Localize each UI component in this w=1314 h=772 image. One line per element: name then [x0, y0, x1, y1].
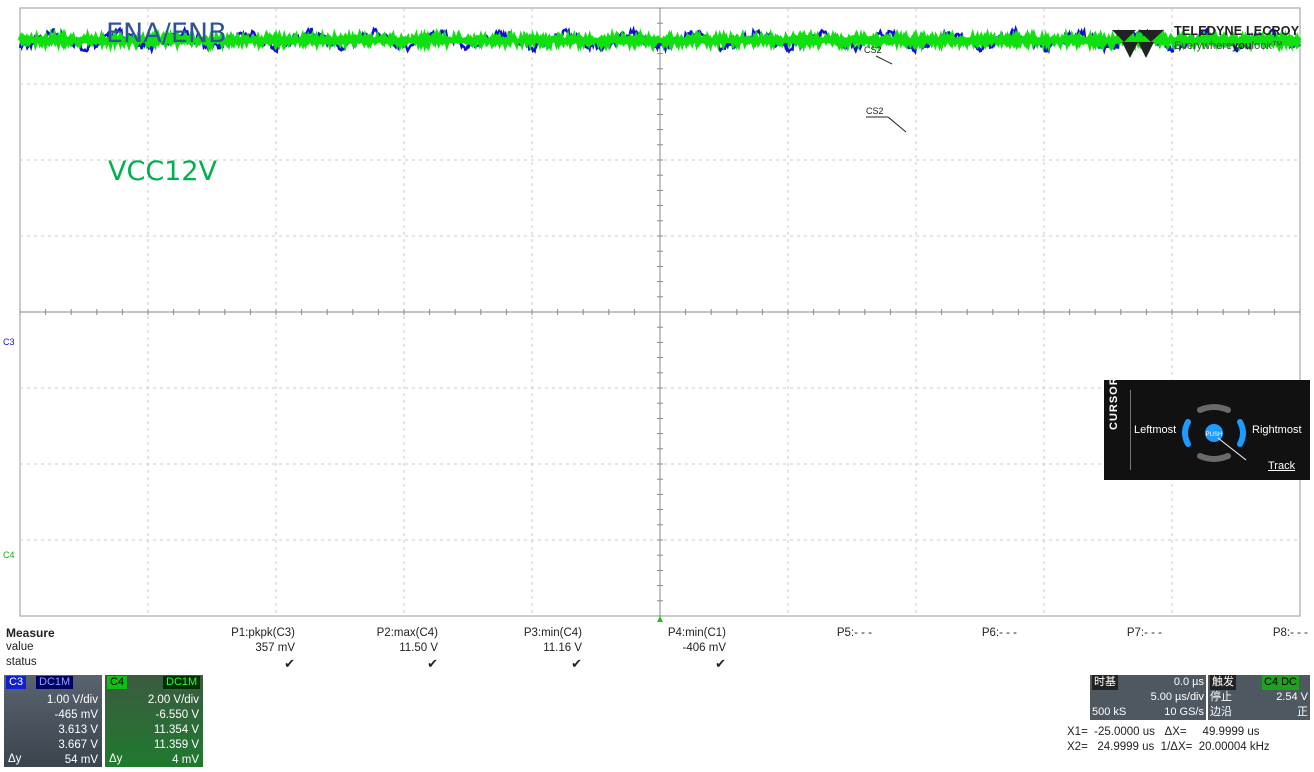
c3-vdiv: 1.00 V/div [46, 694, 98, 706]
c4-cursor1: 11.354 V [153, 724, 199, 736]
c3-tag: C3 [6, 676, 27, 689]
c4-vdiv: 2.00 V/div [147, 694, 199, 706]
cursors-leftmost[interactable]: Leftmost [1134, 424, 1176, 436]
c3-ground-marker: C3 [3, 337, 15, 347]
cursors-track[interactable]: Track [1268, 460, 1295, 472]
trigger-mode: 停止 [1210, 691, 1232, 703]
c4-delta-label: Δy [109, 753, 123, 765]
param-value: 11.50 V [399, 642, 438, 654]
c3-coupling: DC1M [36, 676, 74, 689]
param-value: 11.16 V [543, 642, 582, 654]
param-name: P5:- - - [836, 627, 872, 639]
param-value: -406 mV [682, 642, 726, 654]
timebase-delay: 0.0 µs [1173, 676, 1204, 688]
param-name: P1:pkpk(C3) [231, 627, 295, 639]
measure-param-8[interactable]: P8:- - - [1208, 626, 1308, 671]
param-status [1208, 656, 1308, 671]
measure-row-status: status [6, 656, 37, 668]
param-status: ✔ [715, 656, 726, 671]
x-readout-row-2: X2= 24.9999 us 1/ΔX= 20.00004 kHz [1067, 740, 1311, 755]
param-value [772, 641, 872, 656]
vcc12v-label: VCC12V [108, 156, 218, 187]
channel-c4-descriptor[interactable]: C4 DC1M 2.00 V/div -6.550 V 11.354 V 11.… [105, 675, 203, 767]
param-name: P2:max(C4) [376, 627, 438, 639]
measure-param-5[interactable]: P5:- - - [772, 626, 872, 671]
param-value [1208, 641, 1308, 656]
c3-delta-label: Δy [8, 753, 22, 765]
brand-tagline: Everywhereyoulook™ [1174, 40, 1283, 52]
param-status [772, 656, 872, 671]
cursors-divider [1130, 390, 1131, 470]
param-name: P6:- - - [981, 627, 1017, 639]
c4-offset: -6.550 V [155, 709, 199, 721]
c3-cursor2: 3.667 V [58, 739, 98, 751]
c4-tag: C4 [107, 676, 128, 689]
trigger-position-marker [657, 616, 663, 622]
measure-title: Measure [6, 626, 55, 640]
measure-param-4[interactable]: P4:min(C1) -406 mV ✔ [626, 626, 726, 671]
cursors-panel[interactable]: CURSORS Leftmost PUSH Rightmost Track [1104, 368, 1310, 480]
timebase-title: 时基 [1092, 675, 1118, 690]
measure-param-2[interactable]: P2:max(C4) 11.50 V ✔ [338, 626, 438, 671]
param-status [917, 656, 1017, 671]
dx-value: ΔX= 49.9999 us [1164, 726, 1260, 738]
trigger-source: C4 DC [1262, 675, 1300, 690]
param-value: 357 mV [255, 642, 295, 654]
x2-value: X2= 24.9999 us [1067, 741, 1155, 753]
cs2-marker-vcc: CS2 [866, 106, 884, 116]
x-cursor-readout: X1= -25.0000 us ΔX= 49.9999 us X2= 24.99… [1067, 725, 1311, 755]
param-name: P7:- - - [1126, 627, 1162, 639]
timebase-tdiv: 5.00 µs/div [1150, 691, 1204, 703]
measure-row-value: value [6, 641, 34, 653]
brand-name: TELEDYNE LECROY [1174, 24, 1300, 38]
param-value [917, 641, 1017, 656]
param-name: P3:min(C4) [523, 627, 582, 639]
c4-coupling: DC1M [163, 676, 201, 689]
param-status [1062, 656, 1162, 671]
param-status: ✔ [427, 656, 438, 671]
param-status: ✔ [284, 656, 295, 671]
teledyne-lecroy-logo: TELEDYNE LECROY Everywhereyoulook™ [1108, 22, 1308, 62]
c3-offset: -465 mV [54, 709, 98, 721]
c3-cursor1: 3.613 V [58, 724, 98, 736]
scope-grid: C3 C4 CS2 CS2 [3, 7, 1302, 622]
measure-param-1[interactable]: P1:pkpk(C3) 357 mV ✔ [195, 626, 295, 671]
measure-param-3[interactable]: P3:min(C4) 11.16 V ✔ [482, 626, 582, 671]
lecroy-emblem-icon [1112, 30, 1164, 58]
measure-param-7[interactable]: P7:- - - [1062, 626, 1162, 671]
x-readout-row-1: X1= -25.0000 us ΔX= 49.9999 us [1067, 725, 1311, 740]
channel-c3-descriptor[interactable]: C3 DC1M 1.00 V/div -465 mV 3.613 V 3.667… [4, 675, 102, 767]
trigger-title: 触发 [1210, 675, 1236, 690]
oscilloscope-display: C3 C4 CS2 CS2 ENA/ENB VCC12V TELEDYNE LECRO… [0, 0, 1314, 630]
param-name: P4:min(C1) [667, 627, 726, 639]
timebase-trigger-panel[interactable]: 时基 0.0 µs 5.00 µs/div 500 kS 10 GS/s 触发 … [1090, 675, 1310, 725]
timebase-rate: 10 GS/s [1164, 706, 1204, 718]
measure-table: Measure value status P1:pkpk(C3) 357 mV ✔ P… [0, 624, 1314, 674]
cursors-title: CURSORS [1108, 367, 1120, 430]
ena-enb-label: ENA/ENB [106, 18, 227, 49]
c4-ground-marker: C4 [3, 550, 15, 560]
c4-cursor2: 11.359 V [153, 739, 199, 751]
trigger-level: 2.54 V [1276, 691, 1308, 703]
param-name: P8:- - - [1272, 627, 1308, 639]
param-value [1062, 641, 1162, 656]
measure-param-6[interactable]: P6:- - - [917, 626, 1017, 671]
cursor-knob-icon[interactable]: PUSH [1174, 400, 1254, 466]
param-status: ✔ [571, 656, 582, 671]
trigger-slope: 正 [1297, 706, 1308, 718]
trigger-type: 边沿 [1210, 706, 1232, 718]
cursors-rightmost[interactable]: Rightmost [1252, 424, 1302, 436]
x1-value: X1= -25.0000 us [1067, 726, 1155, 738]
push-label: PUSH [1206, 432, 1223, 438]
cs2-marker-ena: CS2 [864, 45, 882, 55]
inv-dx-value: 1/ΔX= 20.00004 kHz [1160, 741, 1270, 753]
timebase-samples: 500 kS [1092, 706, 1127, 718]
